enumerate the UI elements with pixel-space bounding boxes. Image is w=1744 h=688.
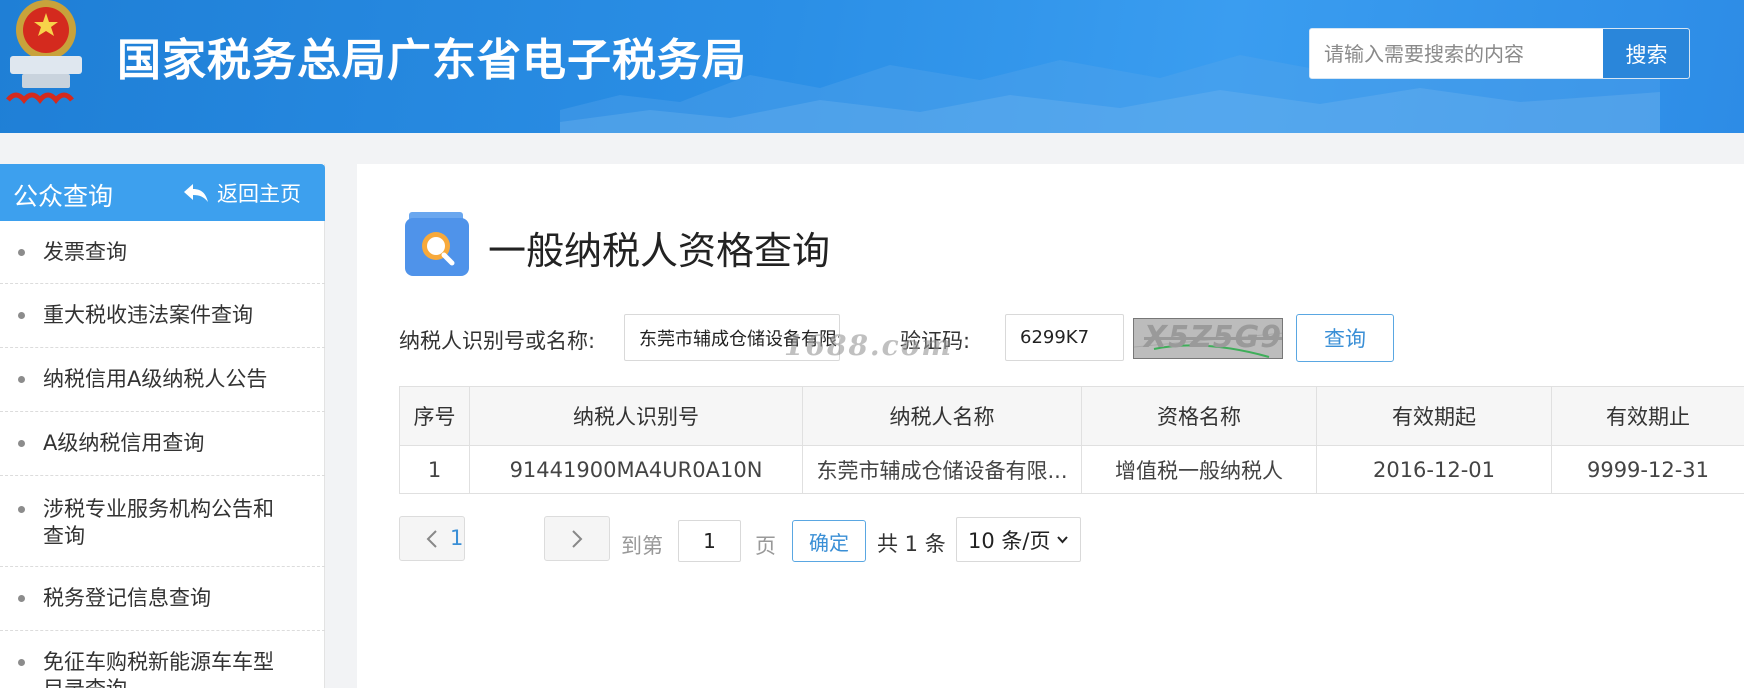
site-title: 国家税务总局广东省电子税务局 bbox=[117, 35, 747, 86]
bullet-icon bbox=[18, 312, 25, 319]
sidebar-item-label: 免征车购税新能源车车型目录查询 bbox=[43, 650, 274, 688]
search-document-icon bbox=[405, 212, 469, 276]
sidebar-item-a-level-announcement[interactable]: 纳税信用A级纳税人公告 bbox=[0, 348, 325, 412]
bullet-icon bbox=[18, 659, 25, 666]
site-header: 国家税务总局广东省电子税务局 搜索 bbox=[0, 0, 1744, 133]
table-header-index: 序号 bbox=[400, 387, 470, 446]
sidebar-item-label: 重大税收违法案件查询 bbox=[43, 303, 253, 327]
bullet-icon bbox=[18, 376, 25, 383]
table-cell-valid-from: 2016-12-01 bbox=[1317, 446, 1552, 494]
table-header-valid-to: 有效期止 bbox=[1552, 387, 1744, 446]
taxpayer-label: 纳税人识别号或名称: bbox=[399, 329, 596, 353]
next-page-button[interactable] bbox=[544, 516, 610, 561]
query-button[interactable]: 查询 bbox=[1296, 314, 1394, 362]
goto-page-input[interactable] bbox=[678, 520, 741, 562]
sidebar-item-label: 涉税专业服务机构公告和查询 bbox=[43, 497, 274, 548]
bullet-icon bbox=[18, 595, 25, 602]
back-home-label: 返回主页 bbox=[217, 182, 301, 206]
table-header-qualification: 资格名称 bbox=[1082, 387, 1317, 446]
sidebar-item-label: 发票查询 bbox=[43, 240, 127, 264]
watermark-text: 1688.com bbox=[784, 329, 954, 362]
search-input[interactable] bbox=[1310, 29, 1603, 78]
sidebar-item-new-energy-vehicle-query[interactable]: 免征车购税新能源车车型目录查询 bbox=[0, 631, 325, 688]
sidebar-item-major-violation-query[interactable]: 重大税收违法案件查询 bbox=[0, 284, 325, 348]
page-title: 一般纳税人资格查询 bbox=[488, 229, 831, 273]
table-header-taxpayer-id: 纳税人识别号 bbox=[470, 387, 803, 446]
reply-arrow-icon bbox=[184, 184, 208, 202]
table-cell-qualification: 增值税一般纳税人 bbox=[1082, 446, 1317, 494]
table-header-taxpayer-name: 纳税人名称 bbox=[803, 387, 1082, 446]
sidebar-item-tax-service-agency[interactable]: 涉税专业服务机构公告和查询 bbox=[0, 476, 325, 567]
sidebar-item-label: 税务登记信息查询 bbox=[43, 586, 211, 610]
sidebar: 公众查询 返回主页 发票查询 重大税收违法案件查询 纳税信用A级纳税人公告 A级… bbox=[0, 164, 325, 688]
main-panel: 一般纳税人资格查询 纳税人识别号或名称: 验证码: X5Z5G9 查询 1688… bbox=[357, 164, 1744, 688]
result-table: 序号 纳税人识别号 纳税人名称 资格名称 有效期起 有效期止 1 9144190… bbox=[399, 386, 1744, 494]
bullet-icon bbox=[18, 506, 25, 513]
sidebar-header: 公众查询 返回主页 bbox=[0, 164, 325, 221]
current-page-number[interactable]: 1 bbox=[450, 526, 463, 550]
sidebar-item-tax-registration-query[interactable]: 税务登记信息查询 bbox=[0, 567, 325, 631]
sidebar-item-a-level-credit-query[interactable]: A级纳税信用查询 bbox=[0, 412, 325, 476]
page-unit-label: 页 bbox=[755, 534, 776, 558]
search-button[interactable]: 搜索 bbox=[1603, 29, 1689, 78]
chevron-left-icon bbox=[426, 529, 437, 548]
table-header-valid-from: 有效期起 bbox=[1317, 387, 1552, 446]
table-cell-taxpayer-name: 东莞市辅成仓储设备有限... bbox=[803, 446, 1082, 494]
table-cell-index: 1 bbox=[400, 446, 470, 494]
goto-label: 到第 bbox=[621, 534, 663, 558]
back-home-link[interactable]: 返回主页 bbox=[183, 178, 301, 208]
bullet-icon bbox=[18, 249, 25, 256]
chevron-down-icon bbox=[1057, 536, 1068, 544]
sidebar-item-invoice-query[interactable]: 发票查询 bbox=[0, 221, 325, 284]
header-search: 搜索 bbox=[1309, 28, 1690, 79]
sidebar-item-label: 纳税信用A级纳税人公告 bbox=[43, 367, 268, 391]
chevron-right-icon bbox=[572, 529, 583, 548]
sidebar-item-label: A级纳税信用查询 bbox=[43, 431, 205, 455]
captcha-input[interactable] bbox=[1005, 314, 1124, 361]
captcha-image[interactable]: X5Z5G9 bbox=[1133, 318, 1283, 359]
bullet-icon bbox=[18, 440, 25, 447]
goto-confirm-button[interactable]: 确定 bbox=[792, 520, 866, 562]
national-emblem-icon bbox=[6, 0, 82, 104]
page-size-value: 10 条/页 bbox=[968, 528, 1051, 553]
total-count: 共 1 条 bbox=[877, 532, 946, 556]
sidebar-title: 公众查询 bbox=[13, 182, 114, 211]
captcha-text: X5Z5G9 bbox=[1144, 320, 1283, 355]
table-cell-taxpayer-id: 91441900MA4UR0A10N bbox=[470, 446, 803, 494]
table-cell-valid-to: 9999-12-31 bbox=[1552, 446, 1744, 494]
page-size-select[interactable]: 10 条/页 bbox=[956, 517, 1081, 562]
